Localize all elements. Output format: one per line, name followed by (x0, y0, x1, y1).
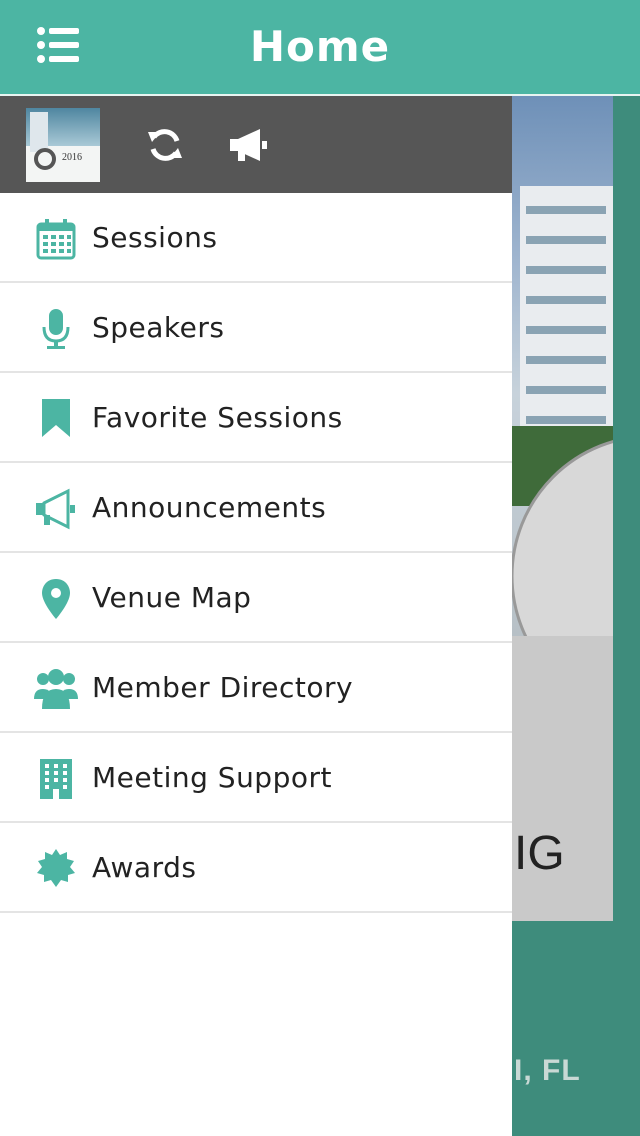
menu-item-awards[interactable]: Awards (0, 823, 512, 913)
event-logo-year: 2016 (62, 152, 82, 163)
menu-item-label: Meeting Support (92, 761, 332, 794)
venue-photo (512, 96, 613, 636)
menu-item-label: Announcements (92, 491, 327, 524)
meeting-title-text: IG (514, 827, 565, 880)
refresh-icon[interactable] (146, 126, 184, 164)
map-pin-icon (34, 577, 78, 621)
megaphone-icon (34, 487, 78, 531)
menu-item-label: Awards (92, 851, 197, 884)
menu-item-meeting-support[interactable]: Meeting Support (0, 733, 512, 823)
navigation-drawer: 2016 Sessions Speakers Favorite Sessions… (0, 96, 512, 1136)
menu-item-label: Member Directory (92, 671, 354, 704)
megaphone-icon[interactable] (228, 126, 270, 164)
microphone-icon (34, 307, 78, 351)
menu-item-label: Favorite Sessions (92, 401, 343, 434)
page-title: Home (249, 22, 391, 71)
app-header: Home (0, 0, 640, 96)
meeting-title-card: IG (512, 636, 613, 921)
bookmark-icon (34, 397, 78, 441)
award-badge-icon (34, 847, 78, 891)
menu-item-speakers[interactable]: Speakers (0, 283, 512, 373)
location-text: I, FL (514, 1054, 581, 1087)
event-logo[interactable]: 2016 (26, 108, 100, 182)
menu-item-label: Venue Map (92, 581, 252, 614)
menu-item-sessions[interactable]: Sessions (0, 193, 512, 283)
menu-item-member-directory[interactable]: Member Directory (0, 643, 512, 733)
drawer-menu: Sessions Speakers Favorite Sessions Anno… (0, 193, 512, 913)
building-icon (34, 757, 78, 801)
calendar-icon (34, 217, 78, 261)
people-icon (34, 667, 78, 711)
menu-item-label: Speakers (92, 311, 225, 344)
drawer-toolbar: 2016 (0, 96, 512, 193)
menu-item-label: Sessions (92, 221, 218, 254)
menu-item-announcements[interactable]: Announcements (0, 463, 512, 553)
menu-item-favorite-sessions[interactable]: Favorite Sessions (0, 373, 512, 463)
home-background: IG I, FL (512, 96, 640, 1136)
menu-item-venue-map[interactable]: Venue Map (0, 553, 512, 643)
